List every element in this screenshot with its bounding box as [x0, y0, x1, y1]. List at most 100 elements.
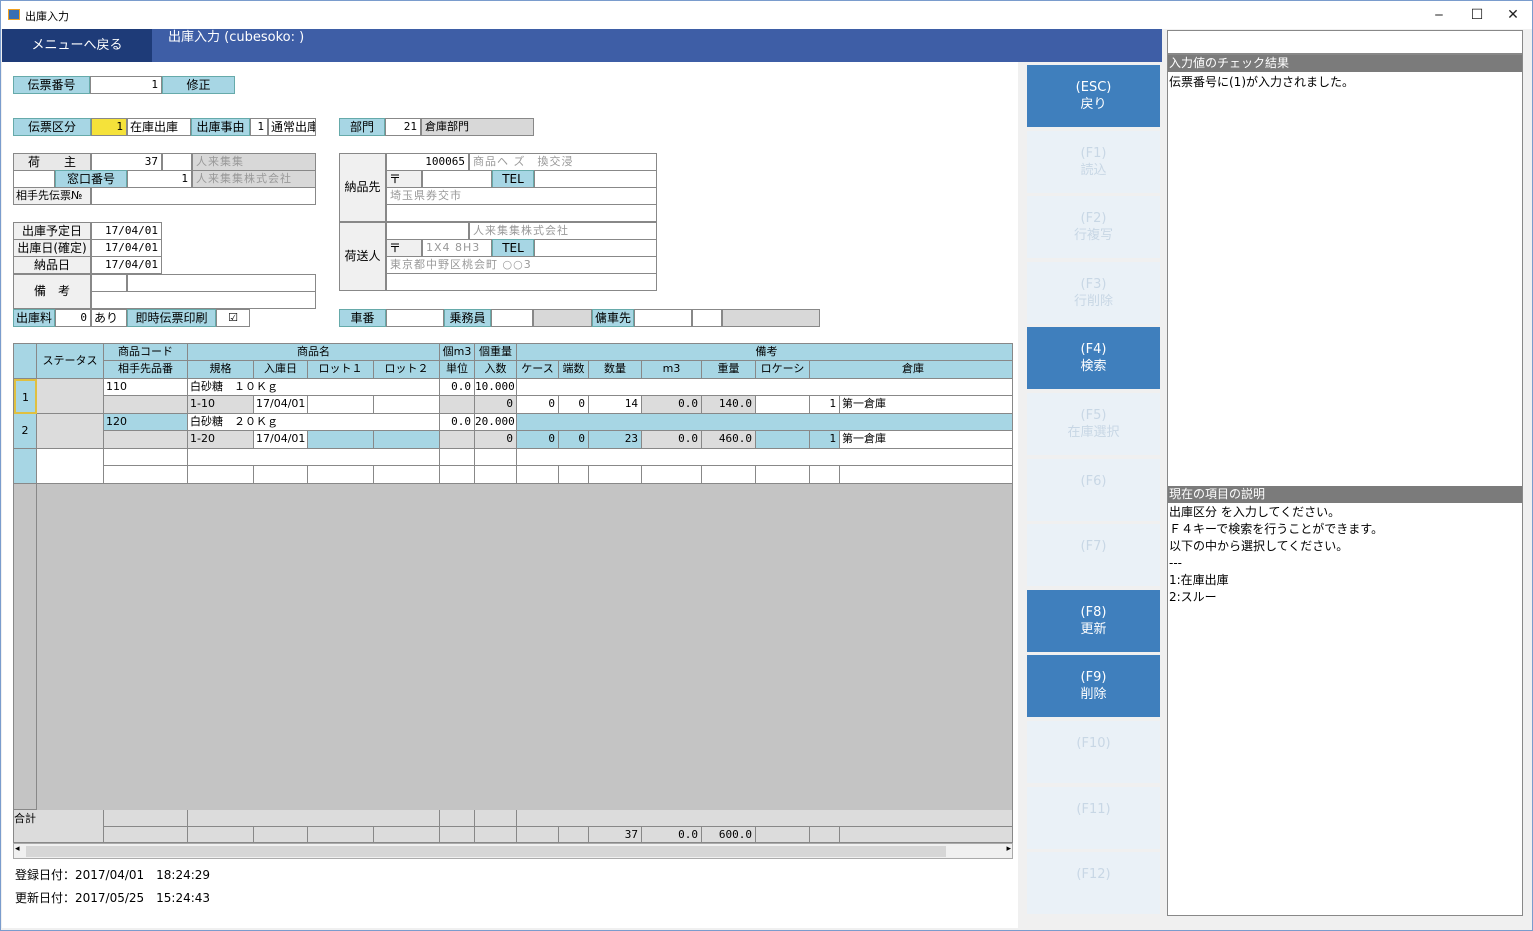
grid-horizontal-scrollbar[interactable]: ◂ ▸: [13, 843, 1013, 859]
fkey-f9-button[interactable]: (F9) 削除: [1027, 655, 1160, 718]
row3-frac[interactable]: [559, 466, 589, 484]
row2-case[interactable]: 0: [517, 431, 559, 449]
row-header-3[interactable]: [14, 449, 37, 484]
row3-per: [475, 466, 517, 484]
owner-input[interactable]: 37: [91, 153, 162, 171]
row3-whcode[interactable]: [810, 466, 840, 484]
delivery-postal-input[interactable]: [422, 170, 492, 188]
fkey-f7-button[interactable]: (F7): [1027, 524, 1160, 587]
sender-addr[interactable]: 東京都中野区桃会町 ○○3: [386, 256, 657, 274]
scrollbar-thumb[interactable]: [26, 846, 946, 857]
total-unit: [440, 827, 475, 842]
row3-lot2[interactable]: [374, 466, 440, 484]
reason-input[interactable]: 1: [250, 118, 268, 136]
fkey-key-label: (F9): [1080, 670, 1107, 686]
row1-code[interactable]: 110: [104, 379, 188, 396]
scroll-left-icon[interactable]: ◂: [15, 844, 20, 854]
row3-case[interactable]: [517, 466, 559, 484]
fkey-f8-button[interactable]: (F8) 更新: [1027, 589, 1160, 652]
maximize-button[interactable]: ☐: [1463, 5, 1491, 25]
partner-slip-input[interactable]: [91, 187, 316, 205]
menu-back-button[interactable]: メニューへ戻る: [2, 29, 152, 62]
slip-type-input[interactable]: 1: [91, 118, 127, 136]
dept-input[interactable]: 21: [385, 118, 421, 136]
fkey-f5-button[interactable]: (F5) 在庫選択: [1027, 393, 1160, 455]
row2-whcode[interactable]: 1: [810, 431, 840, 449]
car-input[interactable]: [386, 309, 444, 327]
minimize-button[interactable]: ‒: [1425, 5, 1453, 25]
fkey-f6-button[interactable]: (F6): [1027, 458, 1160, 521]
row1-whcode[interactable]: 1: [810, 396, 840, 414]
row2-frac[interactable]: 0: [559, 431, 589, 449]
charter-input-2[interactable]: [692, 309, 722, 327]
total-indate: [254, 827, 308, 842]
row1-remark[interactable]: [517, 379, 1012, 396]
row3-remark[interactable]: [517, 449, 1012, 466]
row1-partner[interactable]: [104, 396, 188, 414]
title-bar: 出庫入力 ‒ ☐ ✕: [1, 1, 1532, 29]
row1-lot2[interactable]: [374, 396, 440, 414]
right-top-field[interactable]: [1167, 30, 1523, 54]
planned-date-label: 出庫予定日: [13, 222, 91, 240]
delivery-addr[interactable]: 埼玉県券交市: [386, 187, 657, 205]
row2-lot1[interactable]: [308, 431, 374, 449]
sender-addr2[interactable]: [386, 273, 657, 291]
fkey-f10-button[interactable]: (F10): [1027, 721, 1160, 783]
row3-qty[interactable]: [589, 466, 642, 484]
row2-remark[interactable]: [517, 414, 1012, 431]
fkey-f11-button[interactable]: (F11): [1027, 786, 1160, 849]
window-no-input[interactable]: 1: [127, 170, 192, 188]
row-header-2[interactable]: 2: [14, 414, 37, 449]
memo-input-2[interactable]: [91, 291, 316, 309]
deliver-date-input[interactable]: 17/04/01: [91, 256, 162, 274]
row1-case[interactable]: 0: [517, 396, 559, 414]
col-indate: 入庫日: [254, 361, 308, 379]
row3-indate[interactable]: [254, 466, 308, 484]
detail-grid[interactable]: ステータス 商品コード 商品名 個m3 個重量 備考 相手先品番 規格 入庫日 …: [13, 343, 1013, 843]
row2-loc[interactable]: [756, 431, 810, 449]
fee-input[interactable]: 0: [55, 309, 91, 327]
memo-input-1[interactable]: [127, 274, 316, 292]
fkey-f2-button[interactable]: (F2) 行複写: [1027, 196, 1160, 259]
memo-code-input[interactable]: [91, 274, 127, 292]
sender-code-input[interactable]: [386, 222, 469, 240]
owner-sub[interactable]: [162, 153, 192, 171]
slip-no-input[interactable]: 1: [90, 76, 162, 94]
row3-code[interactable]: [104, 449, 188, 466]
row3-lot1[interactable]: [308, 466, 374, 484]
charter-input[interactable]: [634, 309, 692, 327]
row1-lot1[interactable]: [308, 396, 374, 414]
row2-code[interactable]: 120: [104, 414, 188, 431]
row3-partner[interactable]: [104, 466, 188, 484]
row2-lot2[interactable]: [374, 431, 440, 449]
sender-postal-input[interactable]: 1X4 8H3: [422, 239, 492, 257]
delivery-addr2[interactable]: [386, 204, 657, 222]
planned-date-input[interactable]: 17/04/01: [91, 222, 162, 240]
row2-partner[interactable]: [104, 431, 188, 449]
fkey-f4-button[interactable]: (F4) 検索: [1027, 327, 1160, 390]
scroll-right-icon[interactable]: ▸: [1006, 844, 1011, 854]
delivery-tel-input[interactable]: [534, 170, 657, 188]
fkey-f1-button[interactable]: (F1) 読込: [1027, 130, 1160, 193]
row3-loc[interactable]: [756, 466, 810, 484]
crew-input[interactable]: [491, 309, 533, 327]
row1-loc[interactable]: [756, 396, 810, 414]
delivery-code-input[interactable]: 100065: [386, 153, 469, 171]
fkey-f3-button[interactable]: (F3) 行削除: [1027, 261, 1160, 324]
row2-qty[interactable]: 23: [589, 431, 642, 449]
fkey-esc-button[interactable]: (ESC) 戻り: [1027, 65, 1160, 127]
row1-qty[interactable]: 14: [589, 396, 642, 414]
row2-indate[interactable]: 17/04/01: [254, 431, 308, 449]
instant-print-checkbox[interactable]: ☑: [216, 309, 250, 327]
sender-tel-input[interactable]: [534, 239, 657, 257]
row1-indate[interactable]: 17/04/01: [254, 396, 308, 414]
total-partner: [104, 827, 188, 842]
close-button[interactable]: ✕: [1499, 5, 1527, 25]
row3-m3: [642, 466, 702, 484]
row-header-1[interactable]: 1: [14, 379, 37, 414]
charter-label: 傭車先: [592, 309, 634, 327]
ship-date-input[interactable]: 17/04/01: [91, 239, 162, 257]
fkey-f12-button[interactable]: (F12): [1027, 852, 1160, 915]
col-loc: ロケーシ: [756, 361, 810, 379]
row1-frac[interactable]: 0: [559, 396, 589, 414]
